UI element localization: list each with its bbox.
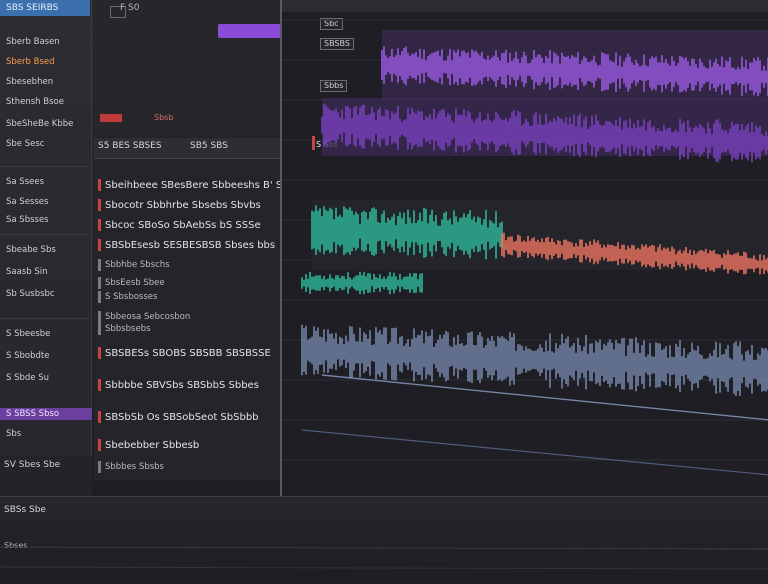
waveform-band xyxy=(301,324,768,396)
list-item-marker xyxy=(98,310,101,323)
sidebar-item[interactable]: Sbe Sesc xyxy=(6,138,86,150)
list-item-label: Sbebebber Sbbesb xyxy=(105,440,200,451)
tab-secondary[interactable]: SB5 SBS xyxy=(190,141,228,151)
list-item-marker xyxy=(98,460,101,473)
list-item[interactable]: SBSbEsesb SESBESBSB Sbses bbs xyxy=(98,236,298,256)
list-item-label: Sbbbes Sbsbs xyxy=(105,462,164,472)
sidebar-item[interactable]: Sbesebhen xyxy=(6,76,86,88)
sidebar-item[interactable]: S SBSS Sbso xyxy=(0,408,92,420)
waveform-band xyxy=(301,271,423,295)
panel-search-text: F S0 xyxy=(120,3,140,13)
list-item-marker xyxy=(98,347,101,359)
list-item[interactable]: Sbbbbe SBVSbs SBSbbS Sbbes xyxy=(98,376,298,396)
sidebar-item[interactable]: Saasb Sin xyxy=(6,266,86,278)
list-item-label: Sbbeosa Sebcosbon xyxy=(105,312,191,322)
list-item[interactable]: S Sbsbosses xyxy=(98,290,298,304)
list-item-label: SBSbSb Os SBSobSeot SbSbbb xyxy=(105,412,259,423)
sidebar-item[interactable]: Sa Ssees xyxy=(6,176,86,188)
envelope-line xyxy=(301,429,768,476)
list-item-label: S Sbsbosses xyxy=(105,292,158,302)
list-item-label: Sbocotr Sbbhrbe Sbsebs Sbvbs xyxy=(105,200,261,211)
list-item-label: Sbbhbe Sbschs xyxy=(105,260,170,270)
clip-list-panel: F S0 Sbsb S5 BES SBSES SB5 SBS Sbeihbeee… xyxy=(94,0,304,480)
list-item-marker xyxy=(98,199,101,211)
record-marker[interactable] xyxy=(100,114,122,122)
list-item-label: Sbbsbsebs xyxy=(105,324,151,334)
list-item-marker xyxy=(98,239,101,251)
sidebar-item[interactable]: S Sbeesbe xyxy=(6,328,86,340)
timeline-waveform xyxy=(0,546,768,570)
track-marker xyxy=(312,136,315,150)
sidebar-item[interactable]: Sb Susbsbc xyxy=(6,288,86,300)
panel-tab-row: S5 BES SBSES SB5 SBS xyxy=(94,138,303,159)
list-item-label: SbsEesb Sbee xyxy=(105,278,165,288)
list-item[interactable]: SBSbSb Os SBSobSeot SbSbbb xyxy=(98,408,298,428)
list-item-marker xyxy=(98,379,101,391)
marker-label: Sbsb xyxy=(154,113,174,122)
list-item-marker xyxy=(98,411,101,423)
list-item-marker xyxy=(98,219,101,231)
list-item-label: Sbeihbeee SBesBere Sbbeeshs B' Sbe5 xyxy=(105,180,298,191)
list-item[interactable]: Sbcoc SBoSo SbAebSs bS SSSe xyxy=(98,216,298,236)
list-item-marker xyxy=(98,439,101,451)
list-item[interactable]: Sbbbes Sbsbs xyxy=(98,460,298,474)
list-item[interactable]: Sbbsbsebs xyxy=(98,322,298,336)
sidebar-item[interactable]: Sbs xyxy=(6,428,86,440)
list-item[interactable]: Sbbhbe Sbschs xyxy=(98,258,298,272)
track-lane xyxy=(322,98,768,156)
sidebar-item[interactable]: S Sbde Su xyxy=(6,372,86,384)
sidebar-item[interactable]: SbeSheBe Kbbe xyxy=(6,118,86,130)
list-item[interactable]: Sbebebber Sbbesb xyxy=(98,436,298,456)
list-item-marker xyxy=(98,258,101,271)
sidebar-item[interactable]: Sberb Bsed xyxy=(6,56,86,68)
envelope-line xyxy=(321,374,768,421)
list-item-marker xyxy=(98,276,101,289)
sidebar-item[interactable]: Sberb Basen xyxy=(6,36,86,48)
list-item[interactable]: Sbocotr Sbbhrbe Sbsebs Sbvbs xyxy=(98,196,298,216)
sidebar: SBS SEIRBS Sberb Basen Sberb Bsed Sbesebhe… xyxy=(0,0,92,500)
list-item[interactable]: SBSBESs SBOBS SBSBB SBSBSSE xyxy=(98,344,298,364)
sidebar-footer: SV Sbes Sbe xyxy=(0,456,92,496)
app-window: SBS SEIRBS Sberb Basen Sberb Bsed Sbesebhe… xyxy=(0,0,768,584)
list-item-label: Sbcoc SBoSo SbAebSs bS SSSe xyxy=(105,220,261,231)
list-item-marker xyxy=(98,179,101,191)
tab-primary[interactable]: S5 BES SBSES xyxy=(98,141,162,151)
list-item[interactable]: Sbeihbeee SBesBere Sbbeeshs B' Sbe5 xyxy=(98,176,298,196)
sidebar-item[interactable]: Sbeabe Sbs xyxy=(6,244,86,256)
list-item[interactable]: SbsEesb Sbee xyxy=(98,276,298,290)
sidebar-top-tab[interactable]: SBS SEIRBS xyxy=(0,0,90,16)
list-item-marker xyxy=(98,322,101,335)
sidebar-footer-label: SV Sbes Sbe xyxy=(4,460,61,470)
list-item-label: SBSbEsesb SESBESBSB Sbses bbs xyxy=(105,240,276,251)
waveform-canvas[interactable] xyxy=(282,0,768,500)
list-item-label: Sbbbbe SBVSbs SBSbbS Sbbes xyxy=(105,380,259,391)
sidebar-divider xyxy=(0,234,90,235)
sidebar-divider xyxy=(0,166,90,167)
panel-header: F S0 Sbsb xyxy=(94,0,303,130)
timeline-strip[interactable]: SBSs Sbe Sbses xyxy=(0,496,768,584)
list-item-marker xyxy=(98,290,101,303)
sidebar-item[interactable]: Sthensh Bsoe xyxy=(6,96,86,108)
sidebar-item[interactable]: S Sbobdte xyxy=(6,350,86,362)
sidebar-item[interactable]: Sa Sesses xyxy=(6,196,86,208)
list-item-label: SBSBESs SBOBS SBSBB SBSBSSE xyxy=(105,348,271,359)
sidebar-item[interactable]: Sa Sbsses xyxy=(6,214,86,226)
sidebar-divider xyxy=(0,318,90,319)
waveform-editor[interactable]: SbcSBSBSSbbs S Sbs xyxy=(280,0,768,500)
